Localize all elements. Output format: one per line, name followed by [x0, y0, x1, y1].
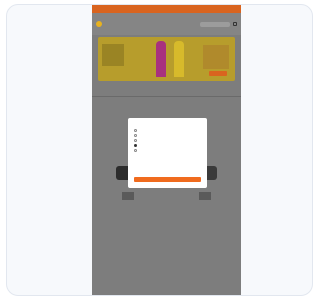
info-row — [92, 83, 241, 90]
radio-icon[interactable] — [134, 129, 137, 132]
promo-bar — [92, 5, 241, 13]
preview-card — [6, 4, 313, 296]
hero-graphic — [102, 44, 124, 66]
hero-banner[interactable] — [98, 37, 235, 81]
hero-model — [174, 41, 184, 77]
category-tabs — [92, 90, 241, 97]
radio-selected-icon[interactable] — [134, 144, 137, 147]
modal-option[interactable] — [134, 144, 201, 147]
radio-icon[interactable] — [134, 149, 137, 152]
hero-graphic — [203, 45, 229, 69]
site-header — [92, 13, 241, 35]
brand-logo-icon[interactable] — [122, 192, 134, 200]
modal-option[interactable] — [134, 134, 201, 137]
modal-option[interactable] — [134, 149, 201, 152]
modal-option[interactable] — [134, 129, 201, 132]
modal-option[interactable] — [134, 139, 201, 142]
hero-cta-button[interactable] — [209, 71, 227, 76]
radio-icon[interactable] — [134, 134, 137, 137]
selection-modal — [128, 118, 207, 188]
search-input[interactable] — [200, 21, 230, 27]
modal-confirm-button[interactable] — [134, 177, 201, 182]
hero-model — [156, 41, 166, 77]
logo-icon[interactable] — [96, 21, 102, 27]
brand-logo-icon[interactable] — [199, 192, 211, 200]
radio-icon[interactable] — [134, 139, 137, 142]
cart-icon[interactable] — [233, 22, 237, 26]
